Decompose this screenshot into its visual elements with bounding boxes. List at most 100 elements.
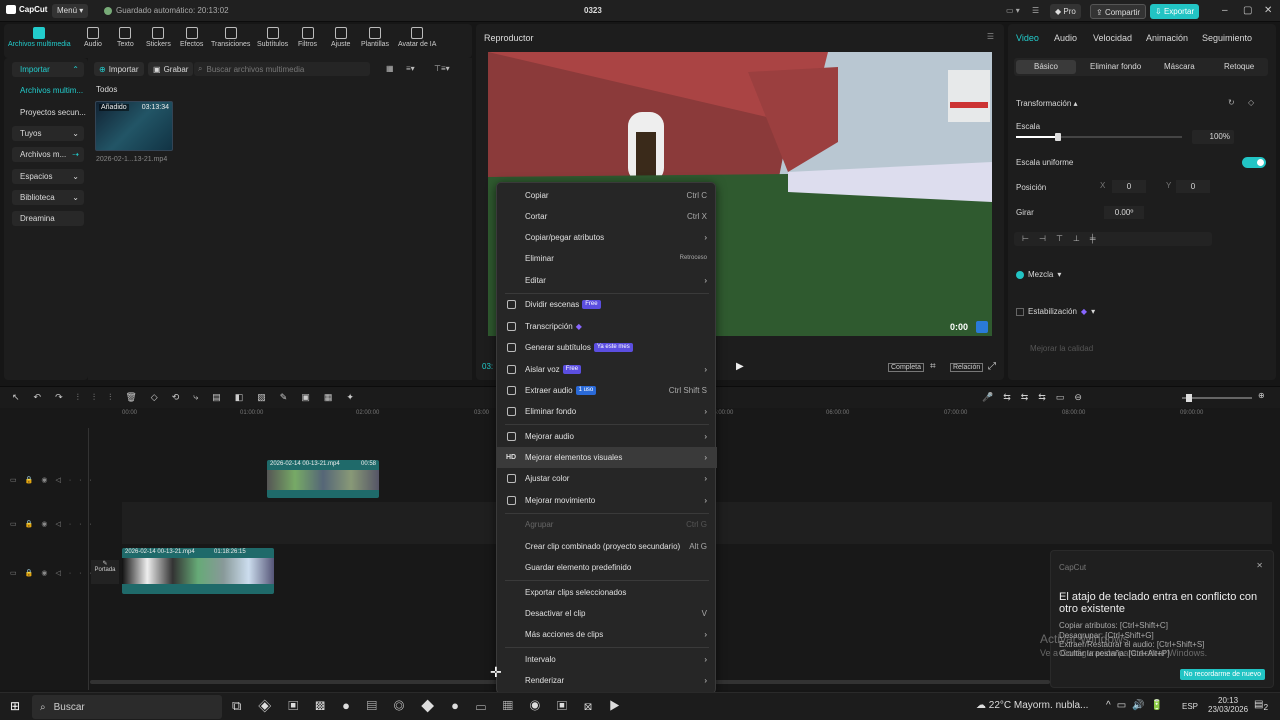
media-thumbnail[interactable]: Añadido 03:13:34 <box>95 101 173 151</box>
maximize-icon[interactable]: ▢ <box>1243 5 1252 16</box>
menu-cortar[interactable]: Cortar Ctrl X <box>497 206 717 227</box>
video-clip-1[interactable]: 2026-02-14 00-13-21.mp4 00:58 <box>267 460 379 498</box>
menu-mejorar-movimiento[interactable]: Mejorar movimiento › <box>497 490 717 511</box>
taskbar-search[interactable]: ⌕ Buscar <box>32 695 222 719</box>
menu-copiar[interactable]: Copiar Ctrl C <box>497 185 717 206</box>
keyframe-icon[interactable]: ◇ <box>1248 98 1254 107</box>
menu-crear-clip-combinado[interactable]: Crear clip combinado (proyecto secundari… <box>497 536 717 557</box>
sidebar-item-proyectos[interactable]: Proyectos secun... <box>12 105 86 120</box>
tab-seguimiento[interactable]: Seguimiento <box>1202 33 1252 43</box>
zoom-slider[interactable] <box>1182 394 1252 402</box>
tab-velocidad[interactable]: Velocidad <box>1093 33 1132 43</box>
export-button[interactable]: ⇩ Exportar <box>1150 4 1200 19</box>
menu-eliminar-fondo[interactable]: Eliminar fondo › <box>497 401 717 422</box>
menu-button[interactable]: Menú ▾ <box>52 4 88 18</box>
menu-desactivar-clip[interactable]: Desactivar el clip V <box>497 603 717 624</box>
menu-mas-acciones[interactable]: Más acciones de clips › <box>497 624 717 645</box>
sidebar-import[interactable]: Importar ⌃ <box>12 62 84 77</box>
completa-button[interactable]: Completa <box>888 363 924 372</box>
menu-renderizar[interactable]: Renderizar › <box>497 670 717 691</box>
stabilize-checkbox[interactable] <box>1016 307 1024 316</box>
list-icon[interactable]: ☰ <box>1032 6 1039 15</box>
reset-icon[interactable]: ↻ <box>1228 98 1235 107</box>
edit-tools[interactable]: ↖↶↷⫶⫶⫶🗑◇⟲⤷▤◧▧✎▣▦✦ <box>12 392 368 403</box>
menu-editar[interactable]: Editar › <box>497 270 717 291</box>
player-menu-icon[interactable]: ☰ <box>987 32 994 41</box>
menu-guardar-predefinido[interactable]: Guardar elemento predefinido <box>497 557 717 578</box>
zoom-in-icon[interactable]: ⊕ <box>1258 391 1265 400</box>
layout-icon[interactable]: ▭ ▾ <box>1006 6 1020 15</box>
tab-stickers[interactable]: Stickers <box>146 27 171 48</box>
tab-avatar-ia[interactable]: Avatar de IA <box>398 27 436 48</box>
track-controls-2[interactable]: ▭🔒◉◁··· <box>10 520 100 528</box>
subtab-retoque[interactable]: Retoque <box>1224 62 1254 71</box>
import-button[interactable]: ⊕ Importar <box>94 62 144 76</box>
tab-animacion[interactable]: Animación <box>1146 33 1188 43</box>
blend-header[interactable]: Mezcla ▾ <box>1016 270 1061 279</box>
minimize-icon[interactable]: – <box>1222 5 1228 16</box>
align-toolbar[interactable]: ⊢⊣⊤⊥╪ <box>1014 232 1212 246</box>
subtab-basico[interactable]: Básico <box>1016 60 1076 74</box>
filter-icon[interactable]: ⊤≡▾ <box>434 64 450 73</box>
crop-icon[interactable]: ⌗ <box>930 361 936 372</box>
weather-widget[interactable]: ☁ 22°C Mayorm. nubla... <box>976 700 1088 711</box>
play-icon[interactable]: ▶ <box>736 361 744 372</box>
scale-slider-knob[interactable] <box>1054 133 1061 141</box>
menu-copiar-pegar-atributos[interactable]: Copiar/pegar atributos › <box>497 227 717 248</box>
tab-subtitulos[interactable]: Subtítulos <box>257 27 288 48</box>
scale-slider[interactable] <box>1016 133 1182 141</box>
menu-eliminar[interactable]: Eliminar Retroceso <box>497 248 717 269</box>
uniform-scale-toggle[interactable] <box>1242 157 1266 168</box>
stabilize-header[interactable]: Estabilización ◆ ▾ <box>1016 307 1095 316</box>
close-icon[interactable]: ✕ <box>1264 5 1272 16</box>
subtab-eliminar-fondo[interactable]: Eliminar fondo <box>1090 62 1141 71</box>
search-input[interactable]: ⌕ Buscar archivos multimedia <box>194 62 370 76</box>
menu-mejorar-visuales[interactable]: HD Mejorar elementos visuales › <box>497 447 717 468</box>
pos-y-input[interactable]: 0 <box>1176 180 1210 193</box>
menu-intervalo[interactable]: Intervalo › <box>497 649 717 670</box>
rotate-input[interactable]: 0.00º <box>1104 206 1144 219</box>
record-button[interactable]: ▣ Grabar <box>148 62 194 76</box>
taskbar-apps[interactable]: ⧉◈▣▩●▤◎◆●▭▦◉▣⊠▶ <box>232 698 637 714</box>
subtab-mascara[interactable]: Máscara <box>1164 62 1195 71</box>
menu-mejorar-audio[interactable]: Mejorar audio › <box>497 426 717 447</box>
sidebar-item-archivos[interactable]: Archivos multim... <box>12 83 86 98</box>
sort-icon[interactable]: ≡▾ <box>406 64 415 73</box>
video-clip-2[interactable]: 2026-02-14 00-13-21.mp4 01:18:26:15 <box>122 548 274 594</box>
ratio-button[interactable]: Relación <box>950 363 984 372</box>
tab-video[interactable]: Video <box>1016 33 1039 43</box>
tab-transiciones[interactable]: Transiciones <box>211 27 250 48</box>
timeline-right-tools[interactable]: 🎤⇆⇆⇆▭⊖ <box>982 392 1092 403</box>
gear-icon[interactable] <box>976 321 988 333</box>
tab-filtros[interactable]: Filtros <box>298 27 317 48</box>
menu-aislar-voz[interactable]: Aislar voz Free › <box>497 359 717 380</box>
sidebar-item-biblioteca[interactable]: Biblioteca ⌄ <box>12 190 84 205</box>
scale-input[interactable]: 100% <box>1192 130 1234 144</box>
share-button[interactable]: ⇪ Compartir <box>1090 4 1147 19</box>
tab-audio[interactable]: Audio <box>84 27 102 48</box>
track-controls-1[interactable]: ▭🔒◉◁··· <box>10 476 100 484</box>
track-controls-3[interactable]: ▭🔒◉◁··· <box>10 569 100 577</box>
menu-ajustar-color[interactable]: Ajustar color › <box>497 468 717 489</box>
cover-button[interactable]: ✎ Portada <box>91 560 119 584</box>
toast-close-icon[interactable]: ✕ <box>1256 561 1263 570</box>
dont-remind-button[interactable]: No recordarme de nuevo <box>1179 669 1265 680</box>
menu-transcripcion[interactable]: Transcripción ◆ <box>497 316 717 337</box>
tab-archivos-multimedia[interactable]: Archivos multimedia <box>8 27 71 48</box>
sidebar-item-tuyos[interactable]: Tuyos ⌄ <box>12 126 84 141</box>
notification-icon[interactable]: ▤2 <box>1254 699 1268 712</box>
menu-generar-subtitulos[interactable]: Generar subtítulos Ya este mes <box>497 337 717 358</box>
sidebar-item-archivos-m[interactable]: Archivos m... ⇢ <box>12 147 84 162</box>
grid-view-icon[interactable]: ▦ <box>386 64 394 73</box>
menu-dividir-escenas[interactable]: Dividir escenas Free <box>497 294 717 315</box>
language-indicator[interactable]: ESP <box>1182 702 1198 711</box>
sidebar-item-espacios[interactable]: Espacios ⌄ <box>12 169 84 184</box>
blend-check-icon[interactable] <box>1016 270 1024 279</box>
tab-plantillas[interactable]: Plantillas <box>361 27 389 48</box>
pos-x-input[interactable]: 0 <box>1112 180 1146 193</box>
clock[interactable]: 20:13 23/03/2026 <box>1208 696 1248 714</box>
tab-efectos[interactable]: Efectos <box>180 27 203 48</box>
tab-audio-props[interactable]: Audio <box>1054 33 1077 43</box>
pro-button[interactable]: ◆ Pro <box>1050 4 1081 19</box>
menu-extraer-audio[interactable]: Extraer audio 1 uso Ctrl Shift S <box>497 380 717 401</box>
